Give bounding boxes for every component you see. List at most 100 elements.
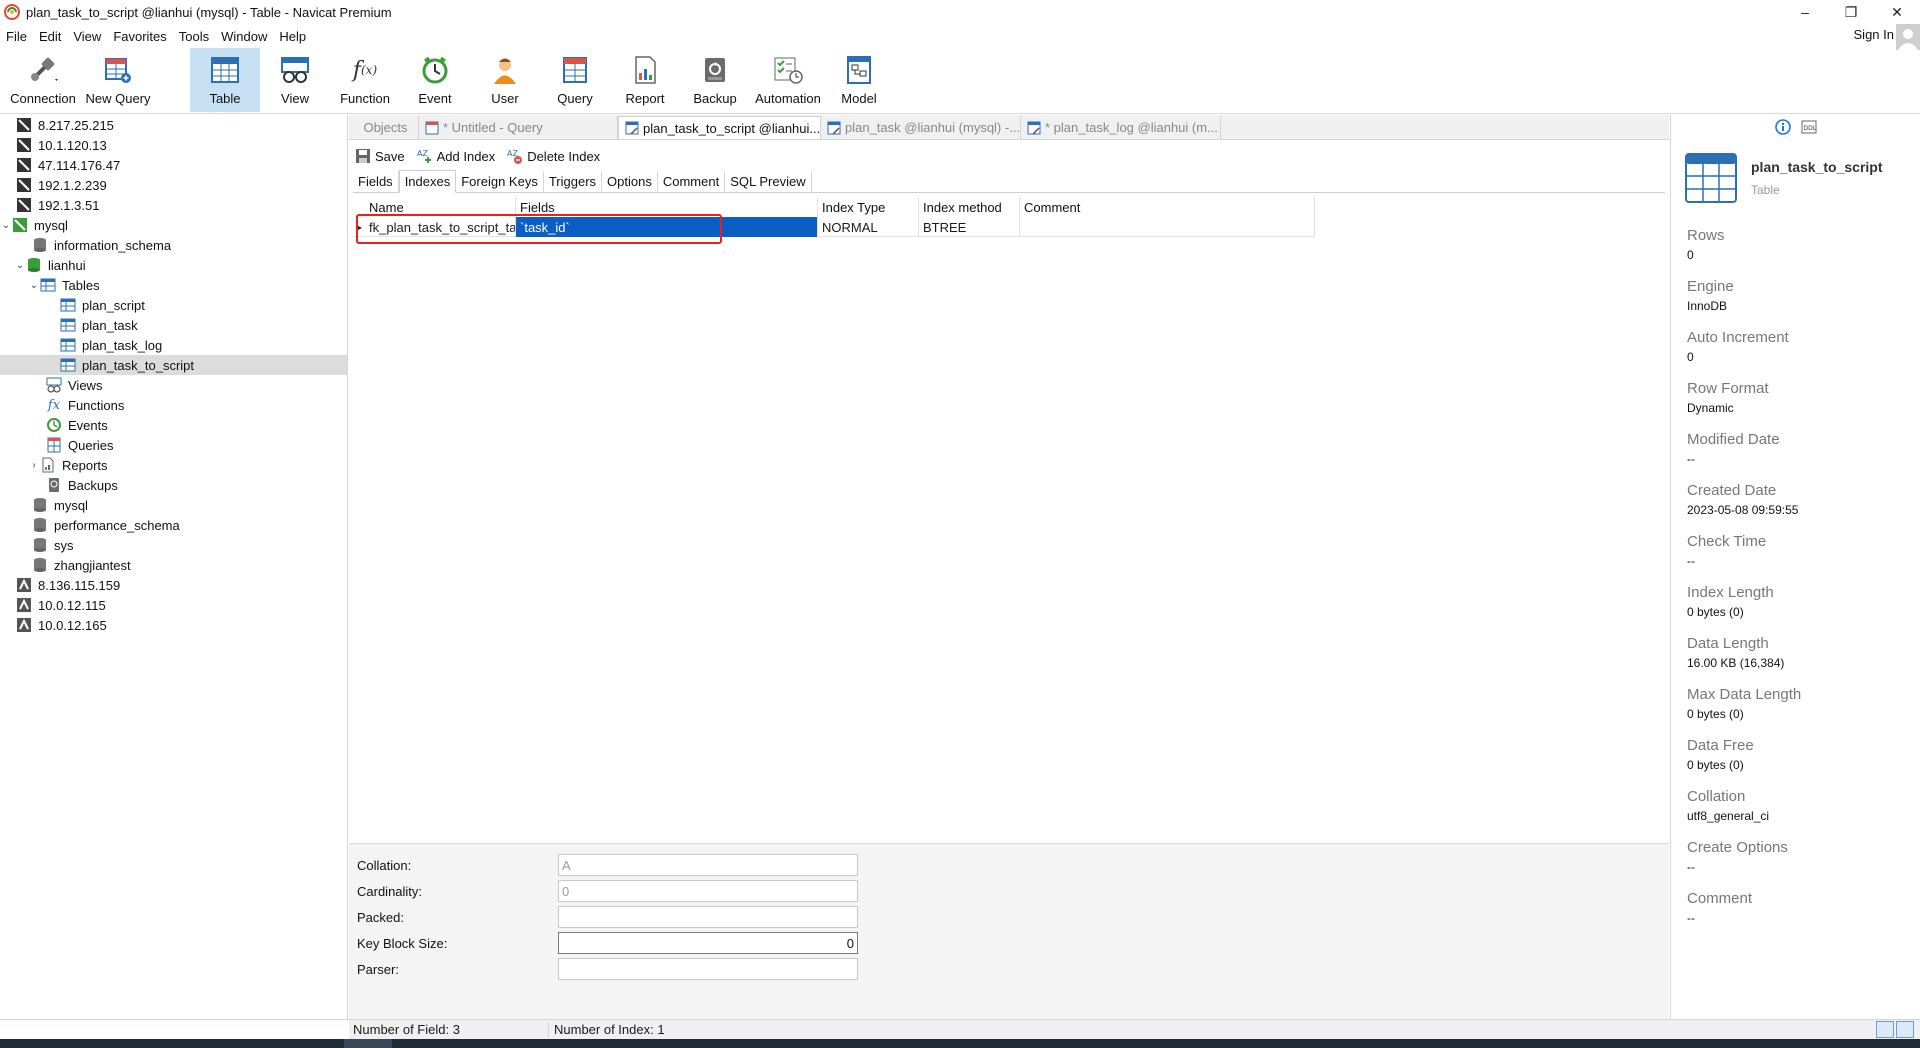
chevron-down-icon[interactable]: ⌄ xyxy=(28,280,40,291)
tree-folder-queries[interactable]: Queries xyxy=(0,435,347,455)
menu-tools[interactable]: Tools xyxy=(173,29,215,44)
save-button[interactable]: Save xyxy=(355,148,405,164)
parser-field[interactable] xyxy=(558,958,858,980)
tree-table-plan-script[interactable]: plan_script xyxy=(0,295,347,315)
user-button[interactable]: User xyxy=(470,48,540,112)
tree-folder-functions[interactable]: fx Functions xyxy=(0,395,347,415)
info-key: Auto Increment xyxy=(1687,329,1789,346)
tree-folder-views[interactable]: Views xyxy=(0,375,347,395)
sign-in-link[interactable]: Sign In xyxy=(1854,27,1894,42)
navicat-logo-icon xyxy=(4,4,20,20)
tree-folder-backups[interactable]: Backups xyxy=(0,475,347,495)
cell-comment[interactable] xyxy=(1020,217,1315,237)
connection-button[interactable]: Connection xyxy=(4,48,82,112)
ddl-icon[interactable]: DDL xyxy=(1801,119,1817,138)
cell-fields[interactable]: `task_id` xyxy=(516,217,818,237)
subtab-indexes[interactable]: Indexes xyxy=(398,170,457,193)
tree-connection-10-1-120-13[interactable]: 10.1.120.13 xyxy=(0,135,347,155)
tree-folder-events[interactable]: Events xyxy=(0,415,347,435)
function-button[interactable]: f (x) Function xyxy=(330,48,400,112)
backup-button[interactable]: Backup xyxy=(680,48,750,112)
tree-connection-mysql[interactable]: ⌄ mysql xyxy=(0,215,347,235)
layout-left-panel-icon[interactable] xyxy=(1876,1021,1894,1038)
design-subtabs: Fields Indexes Foreign Keys Triggers Opt… xyxy=(353,170,1665,193)
subtab-foreign-keys[interactable]: Foreign Keys xyxy=(456,171,544,192)
info-icon[interactable] xyxy=(1775,119,1791,138)
menu-help[interactable]: Help xyxy=(273,29,312,44)
packed-field[interactable] xyxy=(558,906,858,928)
tab-plan-task-to-script[interactable]: plan_task_to_script @lianhui... xyxy=(618,116,821,139)
subtab-comment[interactable]: Comment xyxy=(658,171,726,192)
layout-right-panel-icon[interactable] xyxy=(1896,1021,1914,1038)
add-index-button[interactable]: AZ Add Index xyxy=(417,148,496,164)
menu-view[interactable]: View xyxy=(67,29,107,44)
chevron-right-icon[interactable]: › xyxy=(28,460,40,471)
column-header-comment[interactable]: Comment xyxy=(1020,197,1315,217)
column-header-index-type[interactable]: Index Type xyxy=(818,197,919,217)
cell-index-method[interactable]: BTREE xyxy=(919,217,1020,237)
tree-connection-192-1-3-51[interactable]: 192.1.3.51 xyxy=(0,195,347,215)
new-query-button[interactable]: New Query xyxy=(82,48,154,112)
delete-index-button[interactable]: AZ Delete Index xyxy=(507,148,600,164)
tree-folder-tables[interactable]: ⌄ Tables xyxy=(0,275,347,295)
column-header-index-method[interactable]: Index method xyxy=(919,197,1020,217)
menu-favorites[interactable]: Favorites xyxy=(107,29,172,44)
report-button[interactable]: Report xyxy=(610,48,680,112)
tree-db-performance-schema[interactable]: performance_schema xyxy=(0,515,347,535)
event-button[interactable]: Event xyxy=(400,48,470,112)
close-button[interactable]: ✕ xyxy=(1874,0,1920,24)
tree-connection-8-217-25-215[interactable]: 8.217.25.215 xyxy=(0,115,347,135)
table-row[interactable]: ▶ fk_plan_task_to_script_task `task_id` … xyxy=(353,217,1315,237)
database-open-icon xyxy=(26,257,42,273)
tree-db-information-schema[interactable]: information_schema xyxy=(0,235,347,255)
packed-label: Packed: xyxy=(357,909,404,925)
tree-connection-10-0-12-115[interactable]: 10.0.12.115 xyxy=(0,595,347,615)
menu-file[interactable]: File xyxy=(0,29,33,44)
table-design-icon xyxy=(625,121,639,135)
tree-table-plan-task-to-script[interactable]: plan_task_to_script xyxy=(0,355,347,375)
subtab-options[interactable]: Options xyxy=(602,171,658,192)
maximize-button[interactable]: ❐ xyxy=(1828,0,1874,24)
user-avatar-icon[interactable] xyxy=(1896,24,1920,50)
tree-table-plan-task-log[interactable]: plan_task_log xyxy=(0,335,347,355)
automation-button[interactable]: Automation xyxy=(750,48,826,112)
cardinality-field[interactable]: 0 xyxy=(558,880,858,902)
tree-connection-192-1-2-239[interactable]: 192.1.2.239 xyxy=(0,175,347,195)
model-button[interactable]: Model xyxy=(826,48,892,112)
column-header-fields[interactable]: Fields xyxy=(516,197,818,217)
tab-plan-task-log[interactable]: * plan_task_log @lianhui (m... xyxy=(1021,116,1221,139)
tree-db-zhangjiantest[interactable]: zhangjiantest xyxy=(0,555,347,575)
tab-plan-task[interactable]: plan_task @lianhui (mysql) -... xyxy=(821,116,1021,139)
tree-db-mysql[interactable]: mysql xyxy=(0,495,347,515)
tab-objects[interactable]: Objects xyxy=(353,116,419,139)
query-icon xyxy=(425,121,439,135)
tree-table-plan-task[interactable]: plan_task xyxy=(0,315,347,335)
subtab-fields[interactable]: Fields xyxy=(353,171,399,192)
column-header-name[interactable]: Name xyxy=(365,197,516,217)
menu-edit[interactable]: Edit xyxy=(33,29,67,44)
tab-untitled-query[interactable]: * Untitled - Query xyxy=(419,116,618,139)
minimize-button[interactable]: – xyxy=(1782,0,1828,24)
chevron-down-icon[interactable]: ⌄ xyxy=(14,260,26,271)
subtab-sql-preview[interactable]: SQL Preview xyxy=(725,171,812,192)
info-key: Check Time xyxy=(1687,533,1767,550)
report-chart-icon xyxy=(629,55,661,85)
tree-db-lianhui[interactable]: ⌄ lianhui xyxy=(0,255,347,275)
view-button[interactable]: View xyxy=(260,48,330,112)
query-button[interactable]: Query xyxy=(540,48,610,112)
table-button[interactable]: Table xyxy=(190,48,260,112)
tree-connection-10-0-12-165[interactable]: 10.0.12.165 xyxy=(0,615,347,635)
collation-field[interactable]: A xyxy=(558,854,858,876)
tree-db-sys[interactable]: sys xyxy=(0,535,347,555)
key-block-size-field[interactable]: 0 xyxy=(558,932,858,954)
tree-connection-47-114-176-47[interactable]: 47.114.176.47 xyxy=(0,155,347,175)
tree-label: Views xyxy=(68,377,103,393)
menu-window[interactable]: Window xyxy=(215,29,273,44)
chevron-down-icon[interactable]: ⌄ xyxy=(0,220,12,231)
subtab-triggers[interactable]: Triggers xyxy=(544,171,603,192)
tree-folder-reports[interactable]: › Reports xyxy=(0,455,347,475)
cell-index-type[interactable]: NORMAL xyxy=(818,217,919,237)
tree-connection-8-136-115-159[interactable]: 8.136.115.159 xyxy=(0,575,347,595)
table-label: Table xyxy=(209,91,241,106)
cell-name[interactable]: fk_plan_task_to_script_task xyxy=(365,217,516,237)
